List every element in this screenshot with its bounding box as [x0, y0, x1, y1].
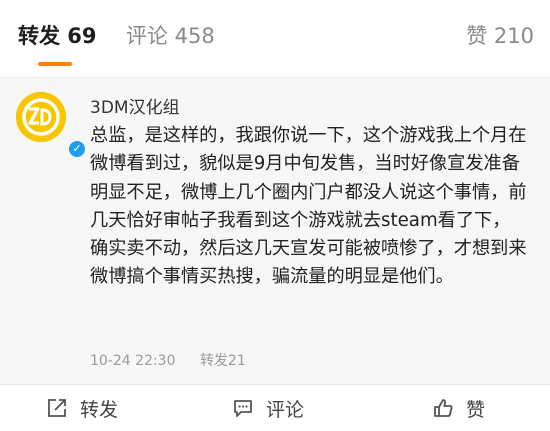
repost-button[interactable]: 转发 [46, 385, 118, 431]
share-arrow-icon [48, 399, 66, 417]
repost-item: ✓ 3DM汉化组 总监，是这样的，我跟你说一下，这个游戏我上个月在微博看到过，貌… [0, 78, 550, 384]
thumbs-up-icon [434, 399, 453, 417]
tab-comments[interactable]: 评论 458 [126, 22, 215, 50]
post-content: 总监，是这样的，我跟你说一下，这个游戏我上个月在微博看到过，貌似是9月中旬发售，… [90, 125, 527, 288]
tab-bar: 转发 69 评论 458 赞 210 [0, 0, 550, 78]
action-bar: 转发 评论 赞 [0, 384, 550, 431]
tab-likes[interactable]: 赞 210 [466, 22, 534, 50]
repost-count[interactable]: 转发21 [200, 353, 246, 369]
comment-bubble-icon [234, 400, 252, 417]
tab-reposts[interactable]: 转发 69 [18, 22, 97, 50]
active-tab-indicator [38, 62, 72, 66]
logo-icon [16, 92, 66, 142]
verified-badge-icon: ✓ [67, 139, 87, 159]
repost-button-label: 转发 [80, 398, 119, 421]
username[interactable]: 3DM汉化组 [90, 93, 180, 118]
comment-button[interactable]: 评论 [232, 385, 304, 431]
like-button[interactable]: 赞 [432, 385, 485, 431]
post-meta: 10-24 22:30 转发21 [90, 350, 246, 370]
comment-button-label: 评论 [266, 398, 305, 421]
like-button-label: 赞 [466, 398, 486, 421]
avatar[interactable]: ✓ [16, 92, 87, 159]
timestamp: 10-24 22:30 [90, 353, 176, 369]
